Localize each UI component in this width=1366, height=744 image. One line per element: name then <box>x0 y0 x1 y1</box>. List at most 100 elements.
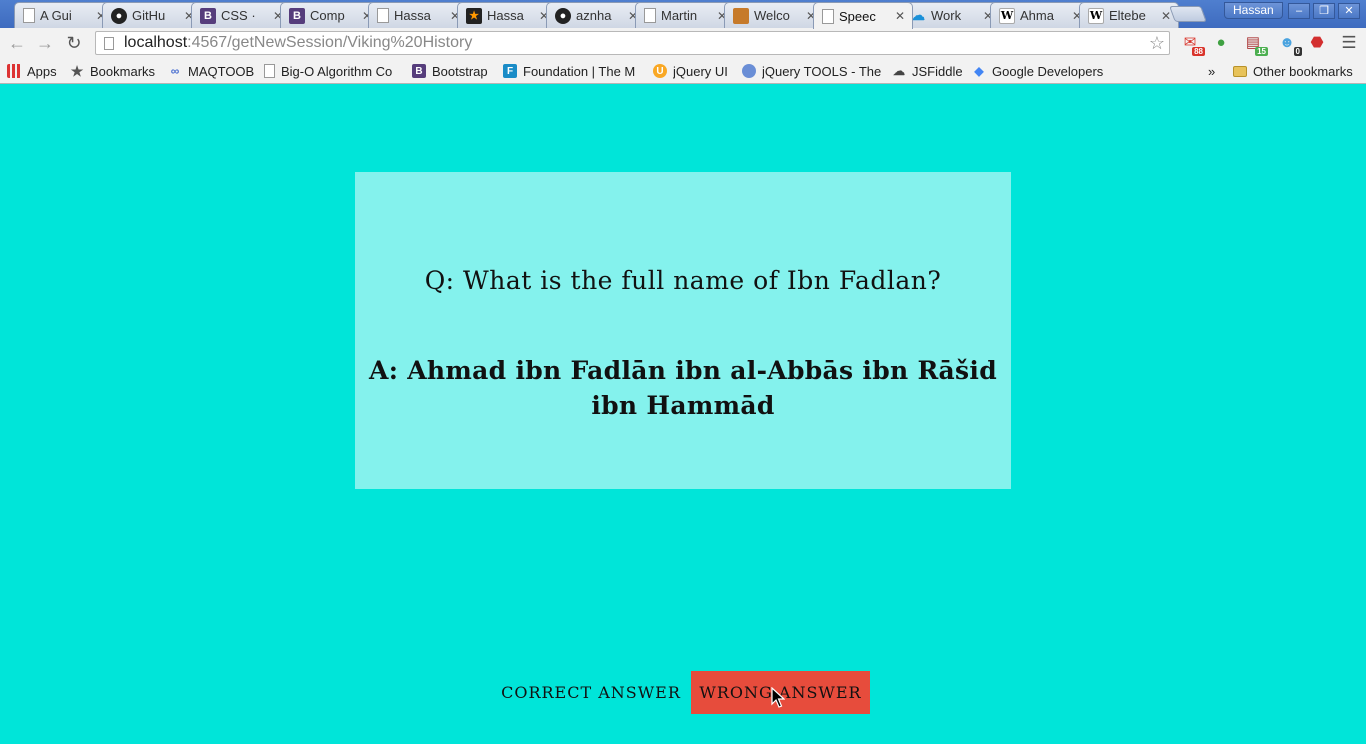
tab-title: Work <box>931 8 962 23</box>
ghostery-badge: 0 <box>1293 47 1302 56</box>
tab-title: GitHu <box>132 8 166 23</box>
evernote-icon[interactable]: ● <box>1210 32 1232 54</box>
close-window-button[interactable]: ✕ <box>1338 3 1360 19</box>
browser-tab[interactable]: ☁ Work ✕ <box>901 2 1001 28</box>
bookmark-label: JSFiddle <box>912 63 963 79</box>
browser-tab[interactable]: B Comp ✕ <box>280 2 380 28</box>
bookmark-label: Apps <box>27 63 57 79</box>
bookmark-apps[interactable]: Apps <box>7 62 62 80</box>
browser-tab[interactable]: W Ahma ✕ <box>990 2 1090 28</box>
bookmark-maqtoob[interactable]: ∞ MAQTOOB <box>168 62 254 80</box>
page-icon <box>104 36 114 50</box>
document-icon <box>264 64 275 78</box>
browser-tab[interactable]: ★ Hassa ✕ <box>457 2 557 28</box>
tab-title: Welco <box>754 8 790 23</box>
bookmark-foundation[interactable]: F Foundation | The M <box>503 62 641 80</box>
bookmarks-overflow-button[interactable]: » <box>1208 62 1220 80</box>
tab-title: Comp <box>310 8 345 23</box>
correct-answer-button[interactable]: CORRECT ANSWER <box>496 671 686 714</box>
browser-tab[interactable]: Martin ✕ <box>635 2 735 28</box>
foundation-icon: F <box>503 64 517 78</box>
box-icon <box>733 7 749 24</box>
new-tab-button[interactable] <box>1169 6 1207 22</box>
document-icon <box>377 8 389 23</box>
arrow-right-icon: → <box>36 33 54 53</box>
bookmark-google-developers[interactable]: ◆ Google Developers <box>972 62 1108 80</box>
bookmark-jquery-ui[interactable]: U jQuery UI <box>653 62 733 80</box>
tab-title: Eltebe <box>1109 8 1146 23</box>
browser-tab[interactable]: ● aznha ✕ <box>546 2 646 28</box>
bookmark-jquery-tools[interactable]: jQuery TOOLS - The <box>742 62 882 80</box>
jsfiddle-icon: ☁ <box>893 64 905 78</box>
browser-tab[interactable]: A Gui ✕ <box>14 2 114 28</box>
bookmark-bootstrap[interactable]: B Bootstrap <box>412 62 494 80</box>
bookmark-jsfiddle[interactable]: ☁ JSFiddle <box>892 62 964 80</box>
calendar-icon[interactable]: ▤ 15 <box>1242 32 1268 56</box>
bookmark-big-o[interactable]: Big-O Algorithm Co <box>264 62 401 80</box>
restore-button[interactable]: ❐ <box>1313 3 1335 19</box>
gmail-icon[interactable]: ✉ 88 <box>1179 32 1205 56</box>
document-icon <box>822 8 834 24</box>
address-bar[interactable]: localhost:4567/getNewSession/Viking%20Hi… <box>95 31 1170 55</box>
adblock-icon[interactable]: ⬣ <box>1306 32 1328 54</box>
other-bookmarks[interactable]: Other bookmarks <box>1233 62 1363 80</box>
bootstrap-icon: B <box>289 7 305 24</box>
browser-tab[interactable]: Hassa ✕ <box>368 2 468 28</box>
browser-tab[interactable]: Welco ✕ <box>724 2 824 28</box>
folder-icon <box>1233 65 1247 77</box>
bookmark-label: Google Developers <box>992 63 1104 79</box>
url-text[interactable]: localhost:4567/getNewSession/Viking%20Hi… <box>124 34 472 52</box>
close-icon[interactable]: ✕ <box>894 9 906 23</box>
tab-title: Speec <box>839 8 876 24</box>
bookmark-label: MAQTOOB <box>188 63 254 79</box>
bookmark-star-icon[interactable]: ☆ <box>1149 33 1165 54</box>
bookmark-label: Bootstrap <box>432 63 488 79</box>
gmail-badge: 88 <box>1192 47 1205 56</box>
back-button[interactable]: ← <box>5 32 29 54</box>
forward-button[interactable]: → <box>33 32 57 54</box>
github-icon: ● <box>555 7 571 24</box>
tab-title: Martin <box>661 8 698 23</box>
bookmark-label: Other bookmarks <box>1253 63 1353 79</box>
menu-icon[interactable]: ☰ <box>1338 32 1360 54</box>
bootstrap-icon: B <box>412 64 426 78</box>
bookmark-label: Big-O Algorithm Co <box>281 63 393 79</box>
reload-button[interactable]: ↻ <box>62 32 86 54</box>
tab-title: CSS · <box>221 8 256 23</box>
page-content: Q: What is the full name of Ibn Fadlan? … <box>0 85 1366 744</box>
browser-tab-strip: A Gui ✕ ● GitHu ✕ B CSS · ✕ B Comp ✕ Has… <box>0 0 1366 29</box>
bookmark-label: jQuery UI <box>673 63 728 79</box>
bookmark-label: jQuery TOOLS - The <box>762 63 882 79</box>
apps-grid-icon <box>7 64 21 78</box>
profile-button[interactable]: Hassan <box>1224 2 1283 19</box>
maqtoob-icon: ∞ <box>170 64 180 78</box>
tab-title: Ahma <box>1020 8 1054 23</box>
star-icon: ★ <box>466 7 482 24</box>
reload-icon: ↻ <box>66 33 82 53</box>
browser-tab[interactable]: ● GitHu ✕ <box>102 2 202 28</box>
globe-icon <box>742 64 756 78</box>
wikipedia-icon: W <box>1088 7 1104 24</box>
jquery-ui-icon: U <box>653 64 667 78</box>
bookmark-bookmarks[interactable]: ★ Bookmarks <box>70 62 160 80</box>
minimize-button[interactable]: – <box>1288 3 1310 19</box>
browser-tab-active[interactable]: Speec ✕ <box>813 2 913 29</box>
flashcard-question: Q: What is the full name of Ibn Fadlan? <box>424 266 942 295</box>
url-path: :4567/getNewSession/Viking%20History <box>187 34 473 51</box>
document-icon <box>23 8 35 23</box>
browser-tab[interactable]: B CSS · ✕ <box>191 2 291 28</box>
url-host: localhost <box>124 34 188 51</box>
browser-tab[interactable]: W Eltebe ✕ <box>1079 2 1179 28</box>
arrow-left-icon: ← <box>8 33 26 53</box>
bookmarks-bar: Apps ★ Bookmarks ∞ MAQTOOB Big-O Algorit… <box>0 58 1366 84</box>
tab-title: Hassa <box>394 8 431 23</box>
star-icon: ★ <box>70 62 84 79</box>
flashcard-answer: A: Ahmad ibn Fadlān ibn al-Abbās ibn Rāš… <box>369 356 997 420</box>
ghostery-icon[interactable]: ☻ 0 <box>1276 32 1302 56</box>
wikipedia-icon: W <box>999 7 1015 24</box>
bootstrap-icon: B <box>200 7 216 24</box>
google-icon: ◆ <box>974 64 984 78</box>
github-icon: ● <box>111 7 127 24</box>
flashcard: Q: What is the full name of Ibn Fadlan? … <box>355 172 1011 489</box>
calendar-badge: 15 <box>1255 47 1268 56</box>
